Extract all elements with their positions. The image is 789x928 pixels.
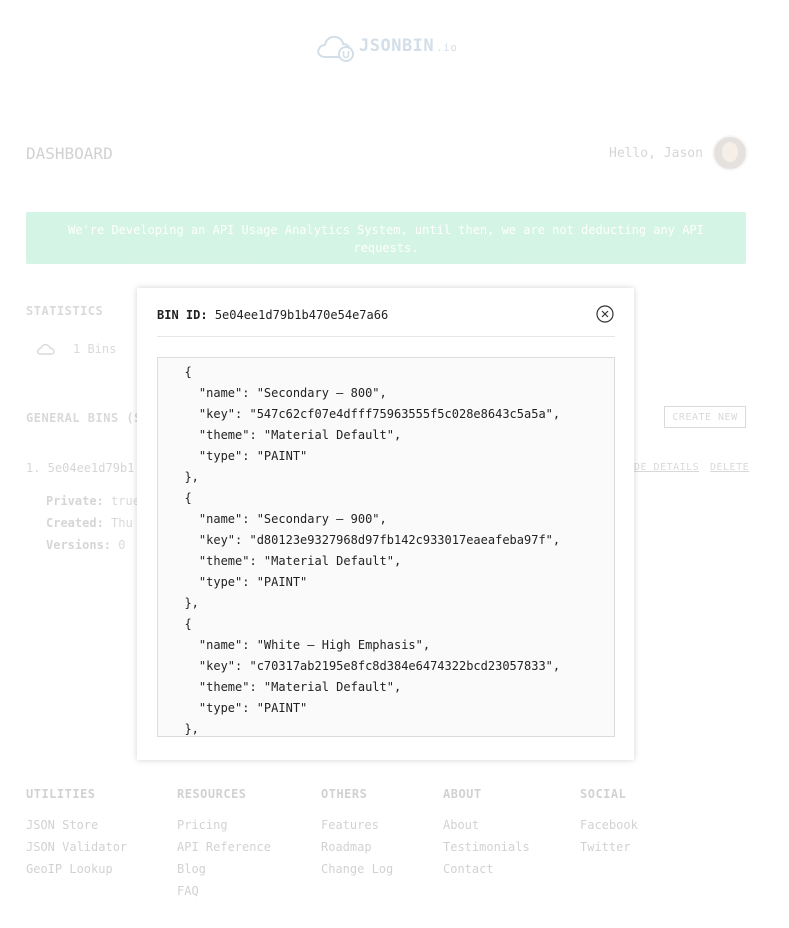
- bin-id-value: 5e04ee1d79b1b470e54e7a66: [214, 308, 389, 322]
- create-new-button[interactable]: CREATE NEW: [664, 406, 746, 428]
- footer-heading: ABOUT: [443, 787, 482, 801]
- footer-link-api-reference[interactable]: API Reference: [177, 836, 271, 858]
- modal-header: BIN ID: 5e04ee1d79b1b470e54e7a66: [157, 308, 615, 337]
- delete-link[interactable]: DELETE: [710, 462, 749, 473]
- footer-social: SOCIAL Facebook Twitter: [580, 787, 638, 858]
- json-code-viewer[interactable]: { "name": "Secondary – 800", "key": "547…: [157, 357, 615, 737]
- footer-others: OTHERS Features Roadmap Change Log: [321, 787, 393, 880]
- cloud-icon: [317, 35, 354, 62]
- general-bins-title: GENERAL BINS (S: [26, 411, 142, 425]
- footer-link-contact[interactable]: Contact: [443, 858, 530, 880]
- cloud-icon: [36, 343, 55, 355]
- footer-link-faq[interactable]: FAQ: [177, 880, 271, 902]
- footer-link-features[interactable]: Features: [321, 814, 393, 836]
- meta-versions: Versions: 0: [46, 538, 126, 552]
- footer-link-about[interactable]: About: [443, 814, 530, 836]
- footer-link-blog[interactable]: Blog: [177, 858, 271, 880]
- stats-bins: 1 Bins: [36, 342, 116, 356]
- meta-private: Private: true: [46, 494, 140, 508]
- user-greeting: Hello, Jason: [609, 146, 703, 161]
- close-icon[interactable]: [596, 305, 614, 323]
- statistics-title: STATISTICS: [26, 304, 104, 318]
- bins-count: 1 Bins: [73, 342, 117, 356]
- footer-link-testimonials[interactable]: Testimonials: [443, 836, 530, 858]
- footer-link-facebook[interactable]: Facebook: [580, 814, 638, 836]
- footer-heading: OTHERS: [321, 787, 368, 801]
- footer-heading: RESOURCES: [177, 787, 247, 801]
- details-link[interactable]: DE DETAILS: [634, 462, 699, 473]
- footer-heading: SOCIAL: [580, 787, 627, 801]
- footer-link-change-log[interactable]: Change Log: [321, 858, 393, 880]
- footer-link-json-validator[interactable]: JSON Validator: [26, 836, 127, 858]
- footer-link-geoip-lookup[interactable]: GeoIP Lookup: [26, 858, 127, 880]
- logo-text: JSONBIN .io: [359, 36, 458, 56]
- footer-link-pricing[interactable]: Pricing: [177, 814, 271, 836]
- footer-about: ABOUT About Testimonials Contact: [443, 787, 530, 880]
- footer-link-twitter[interactable]: Twitter: [580, 836, 638, 858]
- footer-utilities: UTILITIES JSON Store JSON Validator GeoI…: [26, 787, 127, 880]
- bin-id-label: BIN ID:: [157, 308, 208, 322]
- footer-heading: UTILITIES: [26, 787, 96, 801]
- meta-created: Created: Thu: [46, 516, 133, 530]
- avatar[interactable]: [712, 135, 748, 171]
- footer-link-roadmap[interactable]: Roadmap: [321, 836, 393, 858]
- footer-link-json-store[interactable]: JSON Store: [26, 814, 127, 836]
- json-code: { "name": "Secondary – 800", "key": "547…: [184, 365, 561, 736]
- bin-preview-modal: BIN ID: 5e04ee1d79b1b470e54e7a66 { "name…: [137, 288, 634, 760]
- info-banner: We're Developing an API Usage Analytics …: [26, 212, 746, 264]
- logo[interactable]: JSONBIN .io: [316, 30, 458, 62]
- bin-item-id[interactable]: 1. 5e04ee1d79b1: [26, 461, 134, 475]
- page-title: DASHBOARD: [26, 144, 113, 163]
- footer-resources: RESOURCES Pricing API Reference Blog FAQ: [177, 787, 271, 902]
